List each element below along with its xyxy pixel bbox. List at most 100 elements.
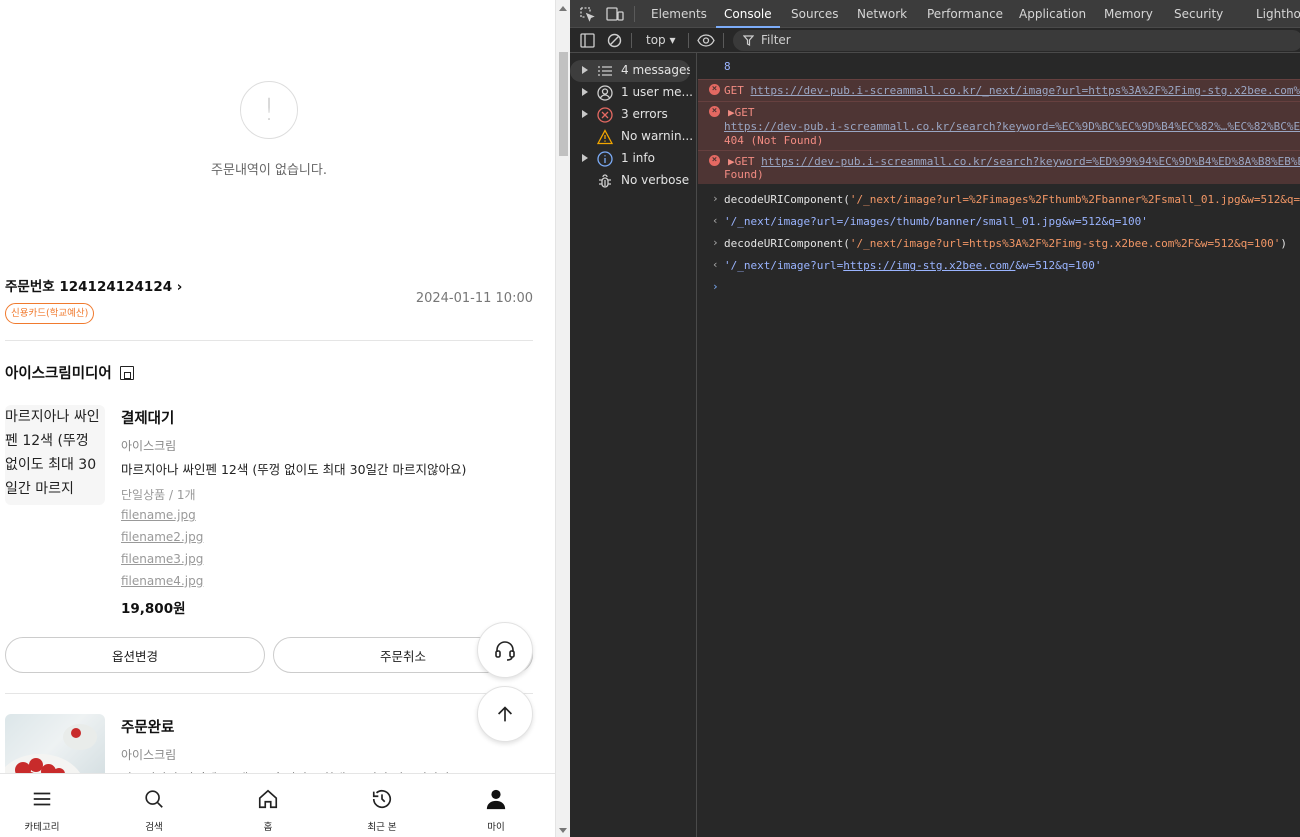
sidebar-item-info[interactable]: 1 info — [570, 148, 697, 170]
console-input-row[interactable]: › decodeURIComponent('/_next/image?url=%… — [698, 191, 1300, 211]
menu-icon — [33, 792, 51, 806]
order-status: 결제대기 — [121, 411, 175, 427]
nav-item-recent[interactable]: 최근 본 — [342, 774, 422, 837]
screen: ! 주문내역이 없습니다. 주문번호 124124124124 › 2024-0… — [0, 0, 1300, 837]
product-image-broken[interactable]: 마르지아나 싸인펜 12색 (뚜껑 없이도 최대 30일간 마르지 — [5, 405, 105, 505]
attachment-link[interactable]: filename4.jpg — [121, 574, 203, 588]
tab-elements[interactable]: Elements — [651, 0, 707, 28]
bottom-navigation: 카테고리 검색 홈 최근 본 마이 — [0, 773, 555, 837]
console-error-row[interactable]: × ▶GET https://dev-pub.i-screammall.co.k… — [698, 150, 1300, 184]
console-input-row[interactable]: › decodeURIComponent('/_next/image?url=h… — [698, 235, 1300, 255]
sidebar-item-messages[interactable]: 4 messages — [570, 60, 690, 82]
nav-item-my[interactable]: 마이 — [456, 774, 536, 837]
list-icon — [598, 66, 612, 76]
console-result-row: ‹ '/_next/image?url=/images/thumb/banner… — [698, 213, 1300, 233]
product-category: 아이스크림 — [121, 748, 177, 762]
error-url-link[interactable]: https://dev-pub.i-screammall.co.kr/searc… — [761, 155, 1300, 168]
result-chevron-icon: ‹ — [712, 214, 719, 227]
nav-label: 검색 — [145, 822, 163, 833]
tab-memory[interactable]: Memory — [1104, 0, 1153, 28]
scroll-to-top-button[interactable] — [477, 686, 533, 742]
tab-performance[interactable]: Performance — [927, 0, 1003, 28]
sidebar-label: 3 errors — [621, 107, 668, 121]
page-scrollbar[interactable] — [555, 0, 570, 837]
bowl-shape — [63, 724, 97, 750]
order-status: 주문완료 — [121, 720, 175, 736]
tab-security[interactable]: Security — [1174, 0, 1223, 28]
tab-sources[interactable]: Sources — [791, 0, 838, 28]
code-function: decodeURIComponent( — [724, 237, 850, 250]
error-status: 404 (Not Found) — [724, 134, 824, 147]
inspect-element-icon[interactable] — [579, 6, 595, 22]
toolbar-separator — [631, 33, 632, 48]
console-prompt[interactable]: › — [698, 279, 1300, 299]
clear-console-icon[interactable] — [607, 33, 622, 48]
customer-support-button[interactable] — [477, 622, 533, 678]
scroll-down-arrow-icon[interactable] — [559, 828, 567, 833]
tab-console[interactable]: Console — [716, 0, 780, 28]
scrollbar-thumb[interactable] — [559, 52, 568, 156]
expand-triangle-icon[interactable] — [582, 154, 588, 162]
order-date: 2024-01-11 10:00 — [415, 291, 533, 306]
expand-triangle-icon[interactable] — [582, 88, 588, 96]
sidebar-item-user-messages[interactable]: 1 user me... — [570, 82, 697, 104]
sidebar-toggle-icon[interactable] — [580, 33, 595, 48]
context-selector[interactable]: top ▾ — [646, 28, 676, 53]
scroll-up-arrow-icon[interactable] — [559, 6, 567, 11]
expand-triangle-icon[interactable] — [582, 66, 588, 74]
tab-lighthouse[interactable]: Lighthou — [1256, 0, 1300, 28]
payment-badge: 신용카드(학교예산) — [5, 303, 95, 324]
request-method[interactable]: ▶GET — [728, 155, 761, 168]
product-option-meta: 단일상품 / 1개 — [121, 488, 196, 502]
eye-icon[interactable] — [697, 33, 715, 48]
input-chevron-icon: › — [712, 192, 719, 205]
toolbar-separator — [688, 33, 689, 48]
result-string: '/_next/image?url= — [724, 259, 844, 272]
error-url-link[interactable]: https://dev-pub.i-screammall.co.kr/_next… — [751, 84, 1300, 97]
sidebar-item-verbose[interactable]: No verbose — [570, 170, 697, 192]
nav-item-search[interactable]: 검색 — [114, 774, 194, 837]
nav-label: 홈 — [263, 822, 273, 833]
request-method[interactable]: ▶GET — [728, 106, 755, 119]
filter-input[interactable]: Filter — [733, 30, 1300, 51]
code-string: '/_next/image?url=%2Fimages%2Fthumb%2Fba… — [849, 193, 1300, 206]
product-price: 19,800원 — [121, 601, 186, 617]
sidebar-label: No verbose — [621, 173, 690, 187]
tab-network[interactable]: Network — [857, 0, 907, 28]
sidebar-label: 1 info — [621, 151, 655, 165]
result-string: &w=512&q=100' — [1015, 259, 1102, 272]
product-name[interactable]: 마르지아나 싸인펜 12색 (뚜껑 없이도 최대 30일간 마르지않아요) — [121, 459, 466, 478]
nav-label: 마이 — [487, 822, 505, 833]
attachment-link[interactable]: filename.jpg — [121, 508, 196, 522]
arrow-up-icon — [497, 706, 513, 722]
result-string: '/_next/image?url=/images/thumb/banner/s… — [724, 215, 1148, 228]
code-string: '/_next/image?url=https%3A%2F%2Fimg-stg.… — [849, 237, 1281, 250]
sidebar-label: 1 user me... — [621, 85, 693, 99]
devtools-tab-bar: Elements Console Sources Network Perform… — [570, 0, 1300, 28]
tab-application[interactable]: Application — [1019, 0, 1086, 28]
store-icon[interactable] — [120, 366, 134, 380]
attachment-link[interactable]: filename2.jpg — [121, 530, 203, 544]
sidebar-item-warnings[interactable]: No warnin... — [570, 126, 697, 148]
result-link[interactable]: https://img-stg.x2bee.com/ — [843, 259, 1015, 272]
console-error-row[interactable]: × ▶GET https://dev-pub.i-screammall.co.k… — [698, 101, 1300, 150]
nav-label: 최근 본 — [367, 822, 397, 833]
error-icon — [597, 107, 613, 123]
order-number-link[interactable]: 주문번호 124124124124 › — [5, 275, 182, 295]
result-chevron-icon: ‹ — [712, 258, 719, 271]
error-url-link[interactable]: https://dev-pub.i-screammall.co.kr/searc… — [724, 120, 1300, 133]
nav-item-home[interactable]: 홈 — [228, 774, 308, 837]
sidebar-item-errors[interactable]: 3 errors — [570, 104, 697, 126]
device-toolbar-icon[interactable] — [606, 6, 624, 22]
change-option-button[interactable]: 옵션변경 — [5, 637, 265, 673]
prompt-chevron-icon: › — [712, 280, 719, 293]
info-icon — [597, 151, 613, 167]
divider — [5, 693, 533, 694]
sidebar-label: No warnin... — [621, 129, 694, 143]
error-status: Found) — [724, 168, 764, 181]
expand-triangle-icon[interactable] — [582, 110, 588, 118]
input-chevron-icon: › — [712, 236, 719, 249]
attachment-link[interactable]: filename3.jpg — [121, 552, 203, 566]
nav-item-category[interactable]: 카테고리 — [2, 774, 82, 837]
console-error-row[interactable]: × GET https://dev-pub.i-screammall.co.kr… — [698, 79, 1300, 101]
